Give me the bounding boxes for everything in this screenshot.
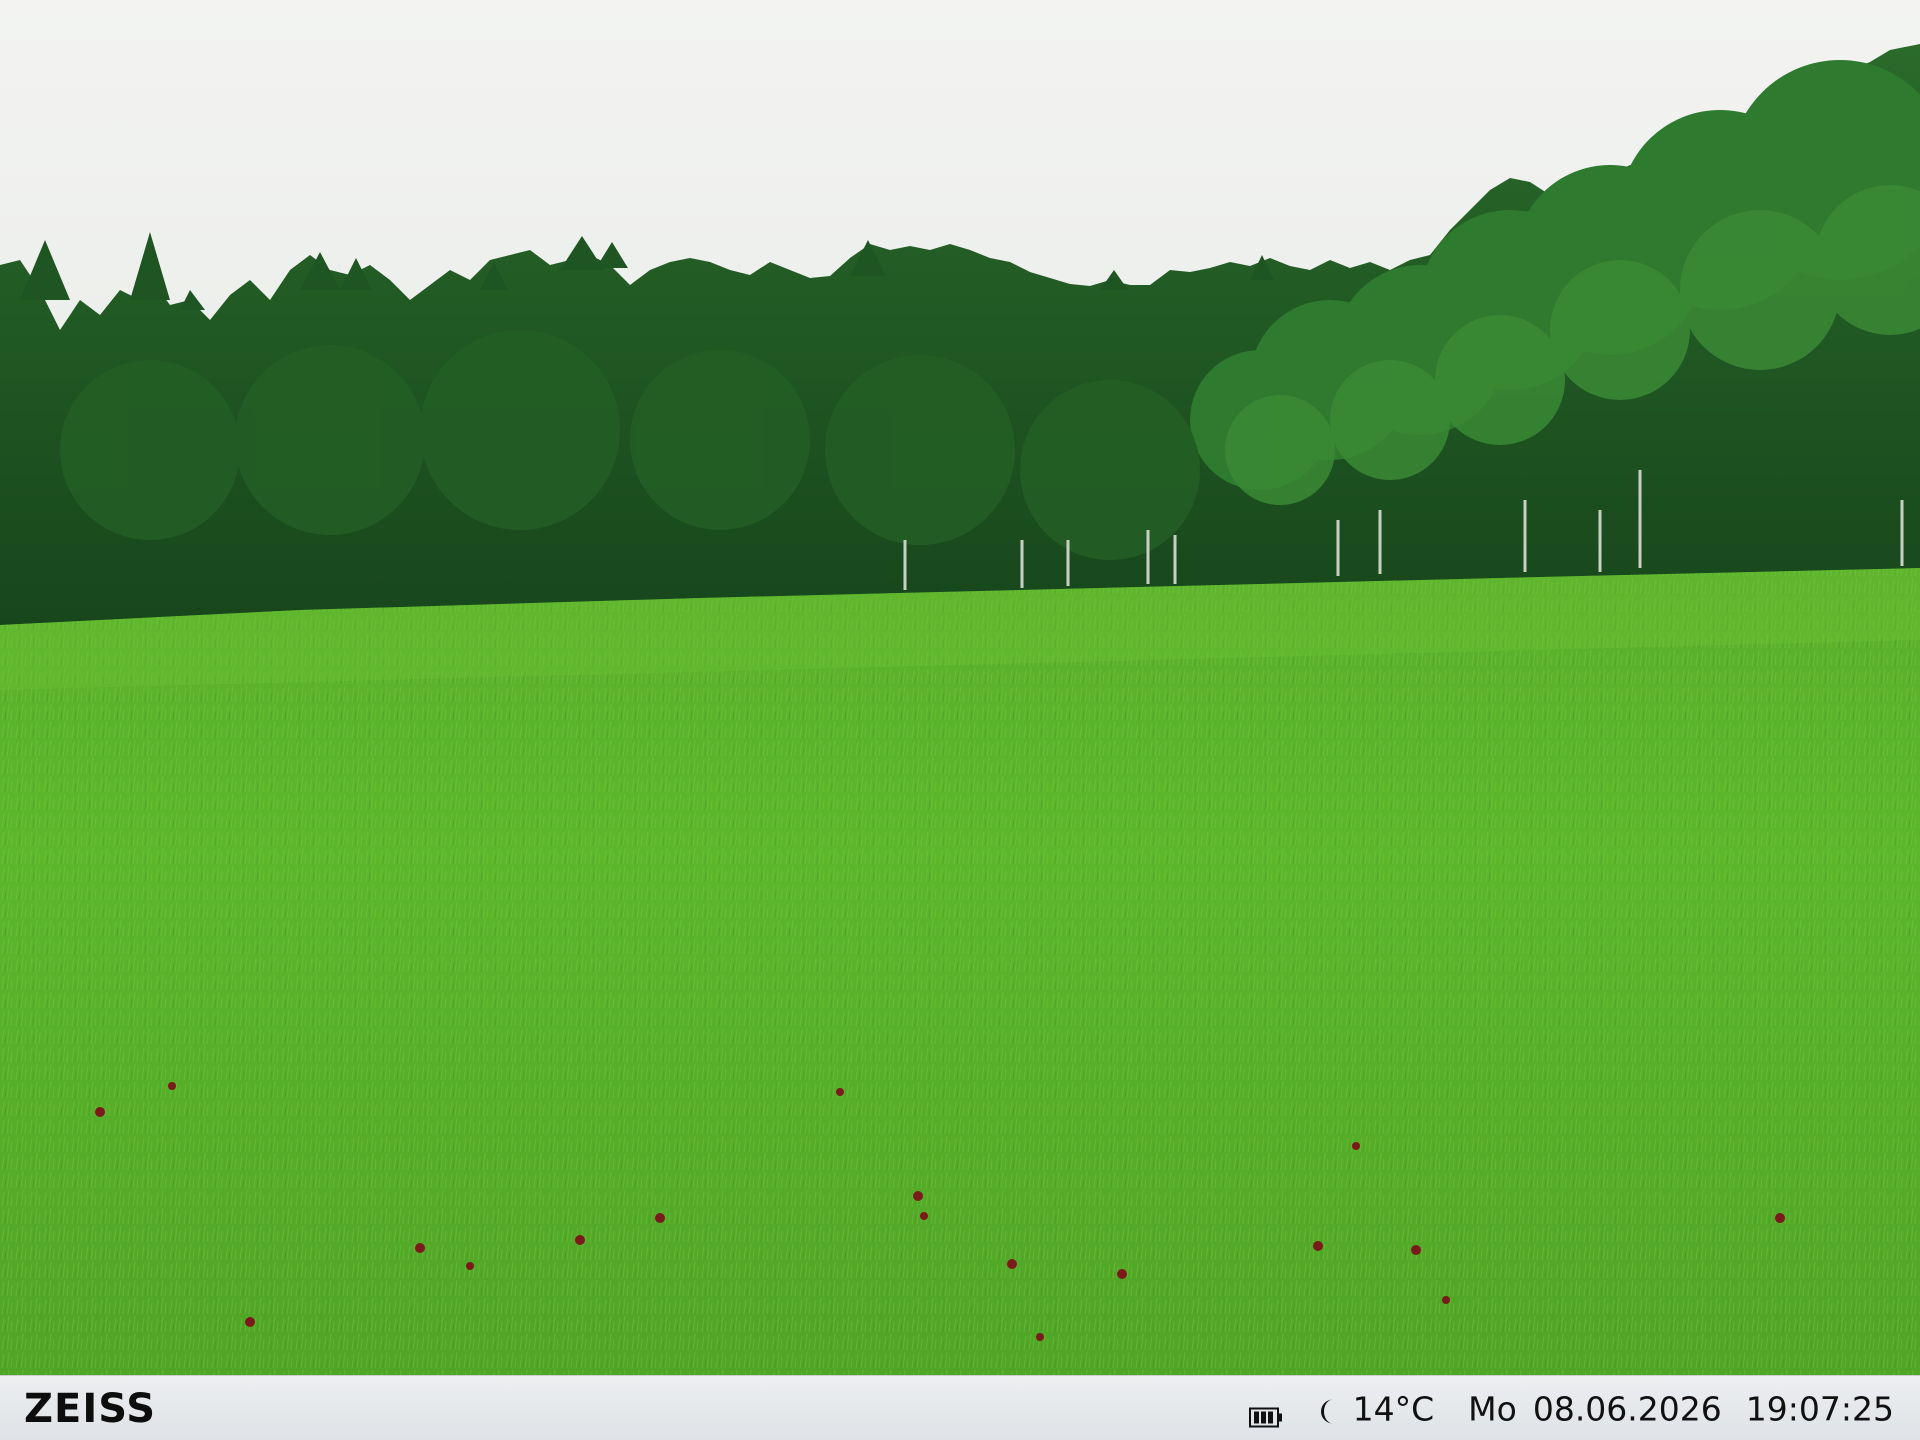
camera-info-bar: ZEISS 14°C Mo 08.06.2026 19:07:25 [0, 1375, 1920, 1440]
status-readout: 14°C Mo 08.06.2026 19:07:25 [1248, 1389, 1894, 1428]
landscape-photo [0, 0, 1920, 1375]
date-readout: 08.06.2026 [1532, 1389, 1722, 1428]
battery-icon [1248, 1398, 1283, 1428]
temperature-readout: 14°C [1352, 1389, 1435, 1428]
meadow-forest-scene [0, 0, 1920, 1375]
trail-camera-frame: ZEISS 14°C Mo 08.06.2026 19:07:25 [0, 0, 1920, 1440]
time-readout: 19:07:25 [1745, 1389, 1894, 1428]
brand-logo: ZEISS [24, 1385, 157, 1432]
moon-icon [1317, 1395, 1339, 1424]
weekday-readout: Mo [1468, 1389, 1517, 1428]
